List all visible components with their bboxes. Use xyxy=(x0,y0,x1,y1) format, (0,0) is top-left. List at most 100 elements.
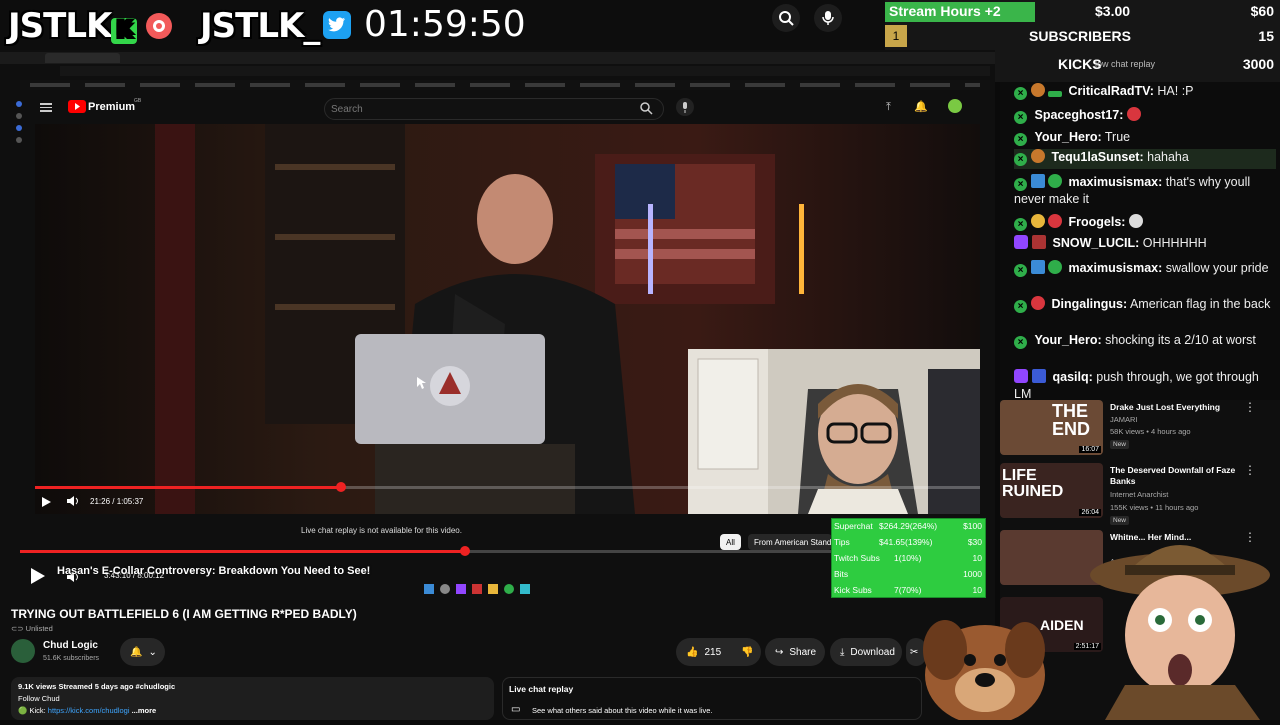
outer-play-icon[interactable] xyxy=(28,567,46,590)
browser-side-panel xyxy=(12,95,26,215)
windows-start-icon[interactable] xyxy=(424,584,434,594)
rec-channel[interactable]: JAMARI xyxy=(1110,415,1138,424)
show-more-link[interactable]: ...more xyxy=(132,706,157,715)
kick-link[interactable]: https://kick.com/chudlogi xyxy=(48,706,130,715)
rec-title[interactable]: Drake Just Lost Everything xyxy=(1110,402,1240,413)
kick-mod-icon: × xyxy=(1014,153,1027,166)
outer-progress-scrubber[interactable] xyxy=(460,546,470,556)
chat-username[interactable]: Your_Hero: xyxy=(1034,333,1101,347)
chip-from-channel[interactable]: From American Stand xyxy=(748,534,832,550)
chat-text: OHHHHHH xyxy=(1139,236,1207,250)
bell-icon: 🔔 xyxy=(130,646,143,658)
download-button[interactable]: ⤓ Download xyxy=(830,638,902,666)
stat-label: Bits xyxy=(834,569,849,579)
browser-tab-active[interactable] xyxy=(45,53,120,63)
share-label: Share xyxy=(789,646,817,658)
share-button[interactable]: ↪ Share xyxy=(765,638,825,666)
chat-username[interactable]: maximusismax: xyxy=(1068,261,1162,275)
inner-microphone-icon[interactable] xyxy=(676,98,694,116)
inner-progress-scrubber[interactable] xyxy=(336,482,346,492)
rec-title[interactable]: The Deserved Downfall of Faze Banks xyxy=(1110,465,1240,487)
new-badge: New xyxy=(1110,440,1130,449)
link-icon: ⊂⊃ xyxy=(11,624,26,633)
chat-message: × maximusismax: swallow your pride xyxy=(1014,260,1276,277)
taskbar-folder-icon[interactable] xyxy=(488,584,498,594)
twitter-logo: JSTLK_ xyxy=(200,6,320,46)
more-options-icon[interactable]: ⋮ xyxy=(1244,463,1256,477)
inner-search-input[interactable]: Search xyxy=(324,98,664,120)
kicks-goal: 3000 xyxy=(1242,56,1274,72)
taskbar-app-icon[interactable] xyxy=(520,584,530,594)
chat-username[interactable]: Dingalingus: xyxy=(1051,297,1127,311)
chat-text: swallow your pride xyxy=(1162,261,1269,275)
chip-all[interactable]: All xyxy=(720,534,741,550)
inner-volume-icon[interactable] xyxy=(66,495,80,510)
chat-username[interactable]: SNOW_LUCIL: xyxy=(1052,236,1139,250)
browser-address-bar[interactable] xyxy=(60,66,990,76)
chat-username[interactable]: Tequ1laSunset: xyxy=(1051,150,1143,164)
rec-channel[interactable]: Internet Anarchist xyxy=(1110,490,1168,499)
video-info-section: TRYING OUT BATTLEFIELD 6 (I AM GETTING R… xyxy=(0,605,995,720)
youtube-logo-icon[interactable] xyxy=(68,100,86,113)
microphone-icon[interactable] xyxy=(814,4,842,32)
chat-text: push through, we got through LM xyxy=(1014,370,1259,401)
chat-message: × maximusismax: that's why youll never m… xyxy=(1014,174,1276,208)
stat-progress: 1(10%) xyxy=(894,553,922,563)
download-label: Download xyxy=(850,646,895,658)
subscribe-bell-button[interactable]: 🔔 ⌄ xyxy=(120,638,165,666)
taskbar xyxy=(424,584,574,596)
badge-icon xyxy=(1032,235,1046,249)
chat-username[interactable]: qasilq: xyxy=(1052,370,1092,384)
kick-mod-icon: × xyxy=(1014,178,1027,191)
thumbs-up-icon[interactable]: 👍 xyxy=(686,647,698,658)
upload-icon[interactable]: ⤒ xyxy=(886,101,891,114)
stat-progress: $41.65(139%) xyxy=(879,537,933,547)
browser-tab-strip xyxy=(0,52,995,64)
chat-username[interactable]: Froogels: xyxy=(1068,215,1125,229)
share-icon: ↪ xyxy=(775,646,784,658)
chat-username[interactable]: CriticalRadTV: xyxy=(1068,84,1153,98)
chat-message: × Spaceghost17: xyxy=(1014,107,1276,124)
stat-label: Superchat xyxy=(834,521,873,531)
inner-time-display: 21:26 / 1:05:37 xyxy=(90,497,144,506)
webcam-overlay xyxy=(688,349,980,514)
channel-avatar[interactable] xyxy=(11,639,35,663)
badge-icon xyxy=(1032,369,1046,383)
subscriber-count: 51.6K subscribers xyxy=(43,655,100,662)
chat-message: × Your_Hero: True xyxy=(1014,129,1276,146)
live-chat-unavailable-text: Live chat replay is not available for th… xyxy=(301,526,462,535)
avatar[interactable] xyxy=(948,99,962,113)
donation-stats-box: Superchat $264.29(264%) $100 Tips $41.65… xyxy=(831,518,986,598)
thumbs-down-icon[interactable]: 👎 xyxy=(741,647,753,658)
inner-play-icon[interactable] xyxy=(40,495,52,513)
like-count[interactable]: 215 xyxy=(704,647,721,658)
subscribers-row: SUBSCRIBERS 15 xyxy=(885,28,1280,50)
taskbar-app-icon[interactable] xyxy=(504,584,514,594)
taskbar-search-icon[interactable] xyxy=(440,584,450,594)
chat-message: × Your_Hero: shocking its a 2/10 at wors… xyxy=(1014,332,1276,349)
stat-label: Tips xyxy=(834,537,850,547)
stream-hours-current: $3.00 xyxy=(1095,3,1131,19)
menu-icon[interactable] xyxy=(40,101,52,114)
rec-meta: 58K views • 4 hours ago xyxy=(1110,427,1191,436)
inner-search-icon[interactable] xyxy=(639,101,653,120)
stream-overlay-top: JSTLK K JSTLK_ 01:59:50 xyxy=(0,0,885,50)
rec-thumbnail[interactable]: THE END 16:07 xyxy=(1000,400,1103,455)
stream-hours-label: Stream Hours +2 xyxy=(889,3,1001,19)
description-box[interactable]: 9.1K views Streamed 5 days ago #chudlogi… xyxy=(11,677,494,720)
taskbar-app-icon[interactable] xyxy=(472,584,482,594)
stat-label: Twitch Subs xyxy=(834,553,880,563)
taskbar-app-icon[interactable] xyxy=(456,584,466,594)
chat-username[interactable]: Spaceghost17: xyxy=(1034,108,1123,122)
kick-mod-icon: × xyxy=(1014,264,1027,277)
rec-thumbnail[interactable]: LIFE RUINED 26:04 xyxy=(1000,463,1103,518)
search-icon[interactable] xyxy=(772,4,800,32)
notifications-icon[interactable]: 🔔 xyxy=(914,100,928,113)
channel-name[interactable]: Chud Logic xyxy=(43,640,98,651)
more-options-icon[interactable]: ⋮ xyxy=(1244,400,1256,414)
chat-username[interactable]: Your_Hero: xyxy=(1034,130,1101,144)
badge-icon xyxy=(1048,214,1062,228)
chat-username[interactable]: maximusismax: xyxy=(1068,175,1162,189)
stat-goal: 10 xyxy=(972,585,982,595)
live-chat-replay-box[interactable]: Live chat replay ▭ See what others said … xyxy=(502,677,922,720)
